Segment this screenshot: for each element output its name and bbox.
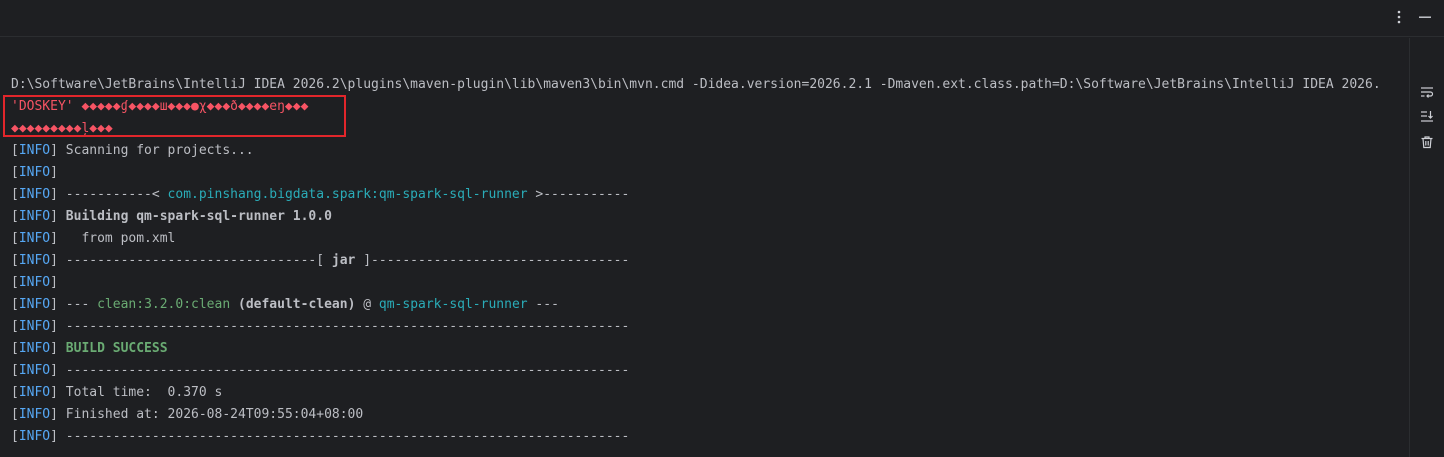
info-level: INFO (18, 143, 51, 158)
tool-window-header (0, 0, 1444, 37)
log-line: [INFO] (11, 275, 58, 290)
log-line: [INFO] ---------------------------------… (11, 319, 630, 334)
log-line: [INFO] Finished at: 2026-08-24T09:55:04+… (11, 407, 364, 422)
info-level: INFO (18, 429, 51, 444)
log-line: [INFO] from pom.xml (11, 231, 176, 246)
clear-all-icon[interactable] (1417, 132, 1437, 152)
console-output[interactable]: D:\Software\JetBrains\IntelliJ IDEA 2026… (0, 38, 1409, 457)
info-level: INFO (18, 385, 51, 400)
artifact-link[interactable]: com.pinshang.bigdata.spark:qm-spark-sql-… (168, 187, 528, 202)
log-line: [INFO] Building qm-spark-sql-runner 1.0.… (11, 209, 332, 224)
info-level: INFO (18, 319, 51, 334)
log-line: [INFO] --------------------------------[… (11, 253, 630, 268)
info-level: INFO (18, 275, 51, 290)
log-line: [INFO] --- clean:3.2.0:clean (default-cl… (11, 297, 559, 312)
info-level: INFO (18, 407, 51, 422)
log-line: [INFO] -----------< com.pinshang.bigdata… (11, 187, 630, 202)
build-success: BUILD SUCCESS (57, 341, 168, 356)
info-level: INFO (18, 187, 51, 202)
kebab-vertical-icon[interactable] (1388, 6, 1410, 28)
info-level: INFO (18, 165, 51, 180)
info-level: INFO (18, 363, 51, 378)
scroll-to-end-icon[interactable] (1417, 106, 1437, 126)
info-level: INFO (18, 253, 51, 268)
info-level: INFO (18, 341, 51, 356)
info-level: INFO (18, 297, 51, 312)
error-line: ◆◆◆◆◆◆◆◆◆ļ◆◆◆ (11, 121, 113, 136)
log-line: [INFO] ---------------------------------… (11, 363, 630, 378)
log-line: [INFO] BUILD SUCCESS (11, 341, 168, 356)
project-link[interactable]: qm-spark-sql-runner (379, 297, 528, 312)
command-line: D:\Software\JetBrains\IntelliJ IDEA 2026… (11, 77, 1381, 92)
log-line: [INFO] ---------------------------------… (11, 429, 630, 444)
error-line: 'DOSKEY' ◆◆◆◆◆ɠ◆◆◆◆ш◆◆◆●χ◆◆◆ð◆◆◆◆eŋ◆◆◆ (11, 99, 309, 114)
log-line: [INFO] (11, 165, 58, 180)
console-side-toolbar (1409, 38, 1444, 457)
log-line: [INFO] Scanning for projects... (11, 143, 254, 158)
plugin-goal: clean:3.2.0:clean (97, 297, 231, 312)
info-level: INFO (18, 209, 51, 224)
log-line: [INFO] Total time: 0.370 s (11, 385, 223, 400)
info-level: INFO (18, 231, 51, 246)
minimize-icon[interactable] (1414, 6, 1436, 28)
soft-wrap-icon[interactable] (1417, 82, 1437, 102)
